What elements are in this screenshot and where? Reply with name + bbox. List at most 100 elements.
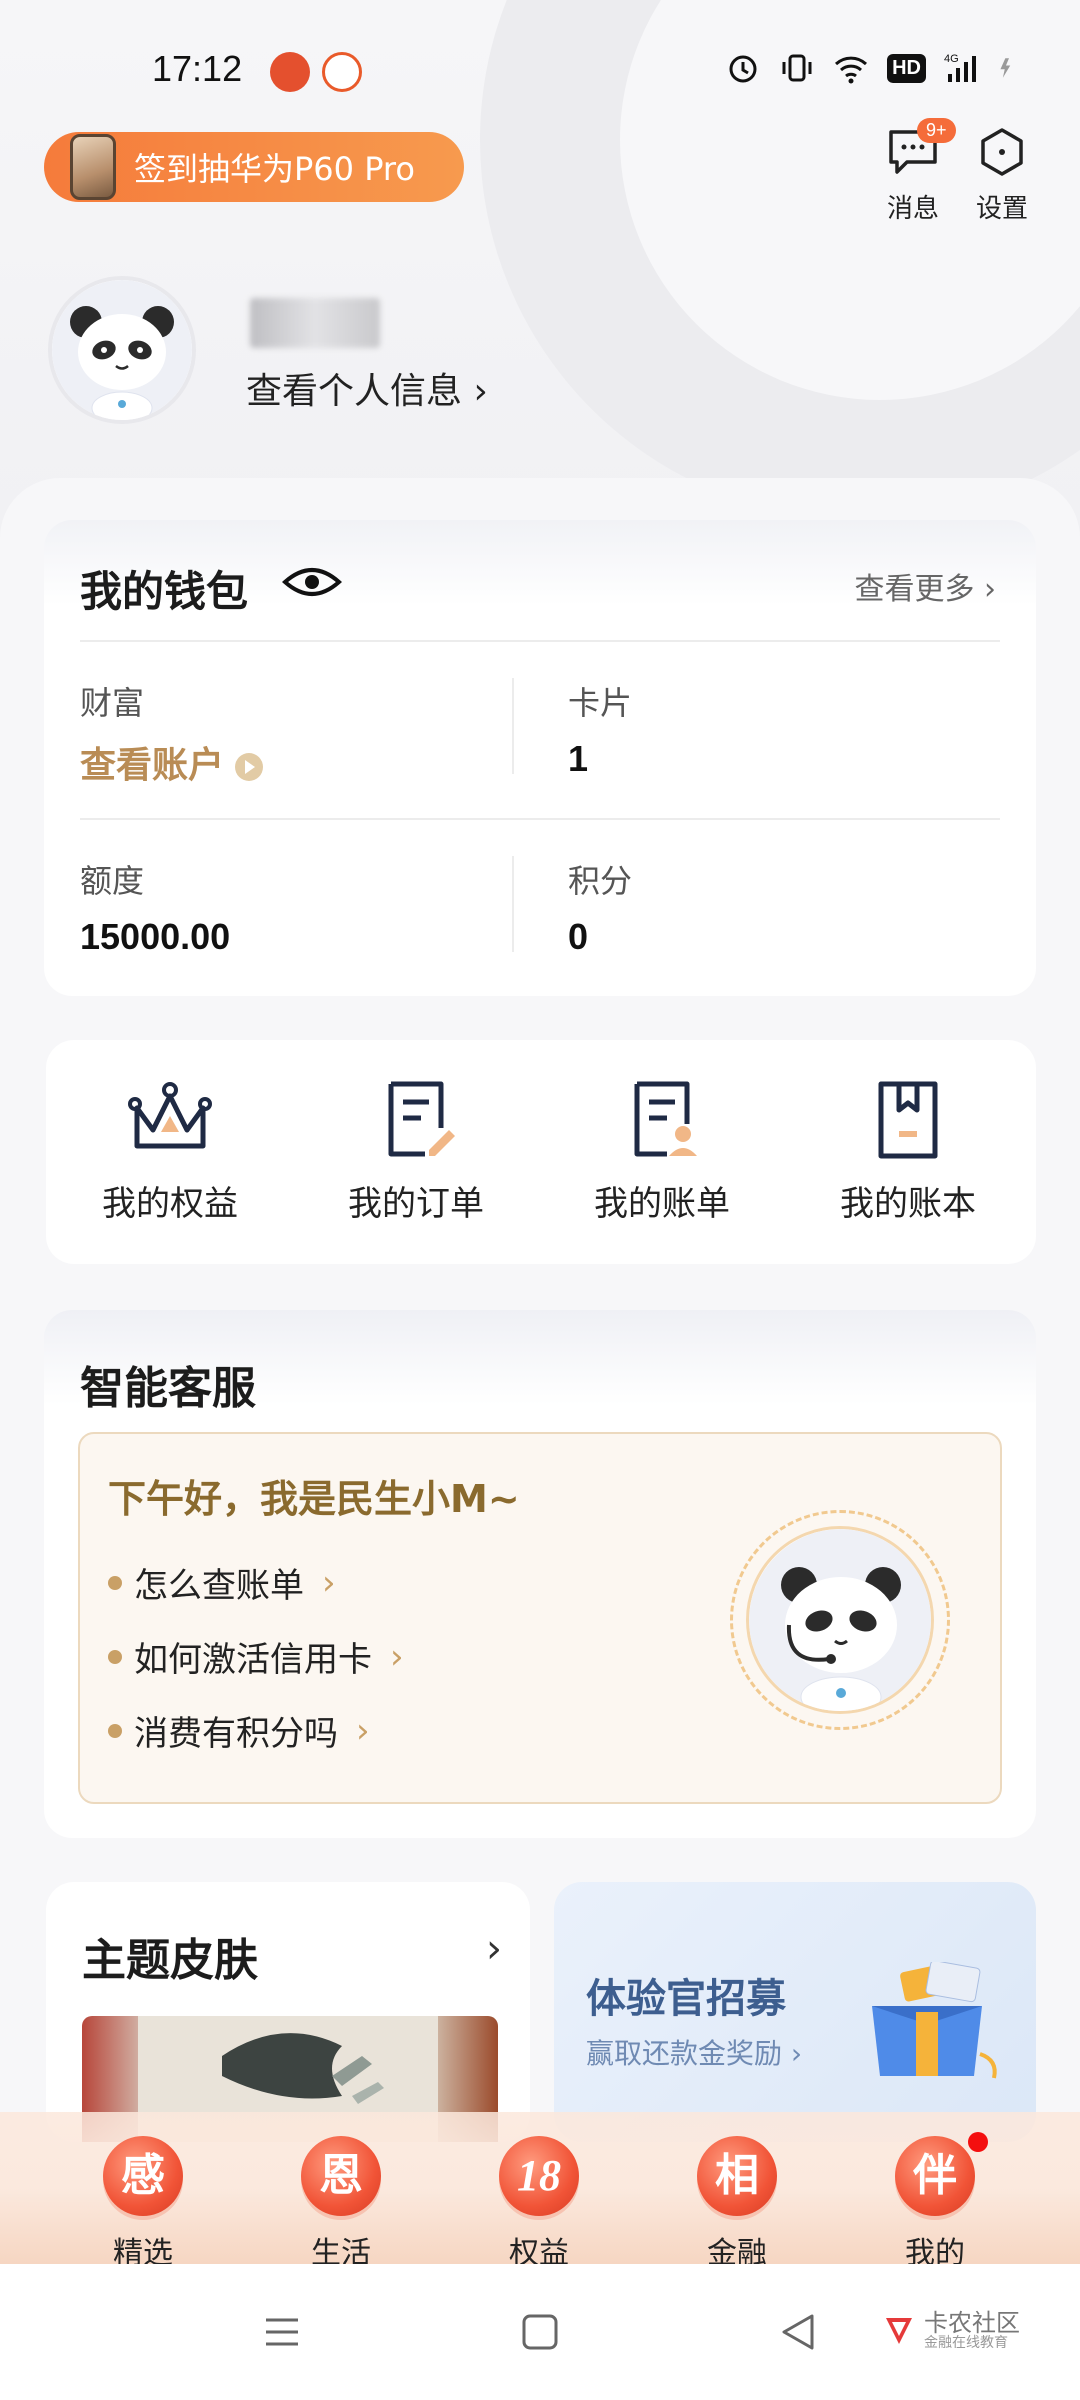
kanong-logo-icon xyxy=(886,2317,912,2344)
quick-action-rights[interactable]: 我的权益 xyxy=(70,1078,270,1225)
cards-label: 卡片 xyxy=(568,684,633,722)
settings-label: 设置 xyxy=(975,194,1028,224)
quick-action-label: 我的账本 xyxy=(840,1184,976,1224)
avatar[interactable] xyxy=(48,276,196,424)
chevron-right-icon: › xyxy=(356,1710,370,1751)
recruit-card[interactable]: 体验官招募 赢取还款金奖励 › xyxy=(554,1882,1036,2142)
tab-featured[interactable]: 感 精选 xyxy=(78,2136,208,2272)
divider xyxy=(80,818,1000,820)
tab-finance[interactable]: 相 金融 xyxy=(672,2136,802,2272)
gift-box-icon xyxy=(872,1962,997,2079)
cards-count[interactable]: 1 xyxy=(568,738,588,780)
service-panel: 下午好，我是民生小M~ 怎么查账单 › 如何激活信用卡 › 消费有积分吗 › xyxy=(78,1432,1002,1804)
wallet-title: 我的钱包 xyxy=(80,567,249,616)
divider xyxy=(512,856,514,952)
order-icon xyxy=(388,1081,455,1157)
settings-button[interactable]: 设置 xyxy=(962,120,1042,225)
battery-icon xyxy=(1000,58,1011,78)
service-title: 智能客服 xyxy=(80,1363,256,1414)
promo-banner[interactable]: 签到抽华为P60 Pro xyxy=(44,132,464,202)
faq-text: 怎么查账单 xyxy=(134,1566,304,1606)
theme-title: 主题皮肤 xyxy=(82,1935,258,1986)
phone-image xyxy=(70,134,116,200)
eye-icon[interactable] xyxy=(282,562,342,602)
bullet-dot xyxy=(108,1575,122,1590)
recruit-title: 体验官招募 xyxy=(586,1976,786,2022)
settings-hexagon-icon xyxy=(981,128,1023,176)
bottom-tab-bar: 感 精选 恩 生活 18 权益 相 金融 伴 我的 xyxy=(0,2112,1080,2271)
recruit-subtitle: 赢取还款金奖励 › xyxy=(586,2037,803,2070)
wallet-more-link[interactable]: 查看更多 › xyxy=(854,564,996,608)
home-square-icon[interactable] xyxy=(520,2312,560,2352)
chevron-right-icon: › xyxy=(322,1562,336,1603)
faq-item[interactable]: 怎么查账单 › xyxy=(108,1558,336,1607)
theme-skin-card[interactable]: 主题皮肤 › xyxy=(46,1882,530,2142)
wallet-card: 我的钱包 查看更多 › 财富 查看账户 卡片 1 额度 15000.00 积分 … xyxy=(44,520,1036,996)
tab-medal-icon: 恩 xyxy=(301,2136,381,2216)
service-greeting: 下午好，我是民生小M~ xyxy=(108,1477,520,1521)
wifi-icon xyxy=(835,56,868,84)
message-count-badge: 9+ xyxy=(917,118,956,143)
divider xyxy=(80,640,1000,642)
app-notification-icon xyxy=(270,52,310,92)
points-value[interactable]: 0 xyxy=(568,916,588,958)
quick-action-orders[interactable]: 我的订单 xyxy=(316,1078,516,1225)
quick-action-label: 我的订单 xyxy=(348,1184,484,1224)
tab-medal-icon: 伴 xyxy=(895,2136,975,2216)
chevron-right-icon: › xyxy=(486,1926,502,1972)
points-label: 积分 xyxy=(568,862,633,900)
divider xyxy=(512,678,514,774)
quick-actions-card: 我的权益 我的订单 我的账单 我的账本 xyxy=(46,1040,1036,1264)
app-notification-icon xyxy=(322,52,362,92)
watermark-subtitle: 金融在线教育 xyxy=(924,2335,1008,2352)
menu-icon[interactable] xyxy=(262,2312,302,2352)
notification-dot xyxy=(968,2132,988,2152)
system-navigation-bar: 卡农社区 金融在线教育 xyxy=(0,2264,1080,2400)
play-icon xyxy=(235,753,264,781)
hd-badge: HD xyxy=(887,53,926,83)
vibrate-icon xyxy=(782,54,812,82)
tab-medal-icon: 感 xyxy=(103,2136,183,2216)
bill-icon xyxy=(634,1081,697,1157)
quick-action-ledger[interactable]: 我的账本 xyxy=(808,1078,1008,1225)
alarm-icon xyxy=(729,55,757,83)
assistant-avatar[interactable] xyxy=(746,1526,934,1714)
faq-item[interactable]: 消费有积分吗 › xyxy=(108,1706,370,1755)
tab-medal-icon: 18 xyxy=(499,2136,579,2216)
watermark-logo: 卡农社区 金融在线教育 xyxy=(882,2310,1020,2352)
wealth-label: 财富 xyxy=(80,684,145,722)
tab-rights[interactable]: 18 权益 xyxy=(474,2136,604,2272)
promo-text: 签到抽华为P60 Pro xyxy=(134,150,415,188)
back-triangle-icon[interactable] xyxy=(778,2312,818,2352)
credit-limit-label: 额度 xyxy=(80,862,145,900)
messages-label: 消息 xyxy=(886,194,939,224)
panda-assistant-icon xyxy=(749,1529,931,1711)
username-blurred xyxy=(250,298,380,348)
tab-mine[interactable]: 伴 我的 xyxy=(870,2132,1000,2272)
view-account-text: 查看账户 xyxy=(80,745,225,786)
panda-avatar-icon xyxy=(52,280,192,420)
messages-button[interactable]: 9+ 消息 xyxy=(873,118,956,225)
quick-action-bills[interactable]: 我的账单 xyxy=(562,1078,762,1225)
status-bar: 17:12 HD 4G xyxy=(0,0,1080,140)
svg-text:4G: 4G xyxy=(944,53,959,65)
status-time: 17:12 xyxy=(152,48,243,89)
customer-service-card: 智能客服 下午好，我是民生小M~ 怎么查账单 › 如何激活信用卡 › 消费有积分吗 › xyxy=(44,1310,1036,1838)
ledger-icon xyxy=(878,1081,938,1159)
quick-action-label: 我的账单 xyxy=(594,1184,730,1224)
faq-item[interactable]: 如何激活信用卡 › xyxy=(108,1632,404,1681)
tab-medal-icon: 相 xyxy=(697,2136,777,2216)
quick-action-label: 我的权益 xyxy=(102,1184,238,1224)
tab-life[interactable]: 恩 生活 xyxy=(276,2136,406,2272)
credit-limit-value[interactable]: 15000.00 xyxy=(80,916,230,958)
signal-icon: 4G xyxy=(944,53,976,82)
faq-text: 如何激活信用卡 xyxy=(134,1640,372,1680)
watermark-name: 卡农社区 xyxy=(924,2309,1020,2337)
crown-icon xyxy=(128,1082,212,1149)
view-profile-link[interactable]: 查看个人信息 › xyxy=(246,362,488,414)
bullet-dot xyxy=(108,1649,122,1664)
faq-text: 消费有积分吗 xyxy=(134,1714,338,1754)
chevron-right-icon: › xyxy=(390,1636,404,1677)
view-account-link[interactable]: 查看账户 xyxy=(80,736,264,788)
bullet-dot xyxy=(108,1723,122,1738)
